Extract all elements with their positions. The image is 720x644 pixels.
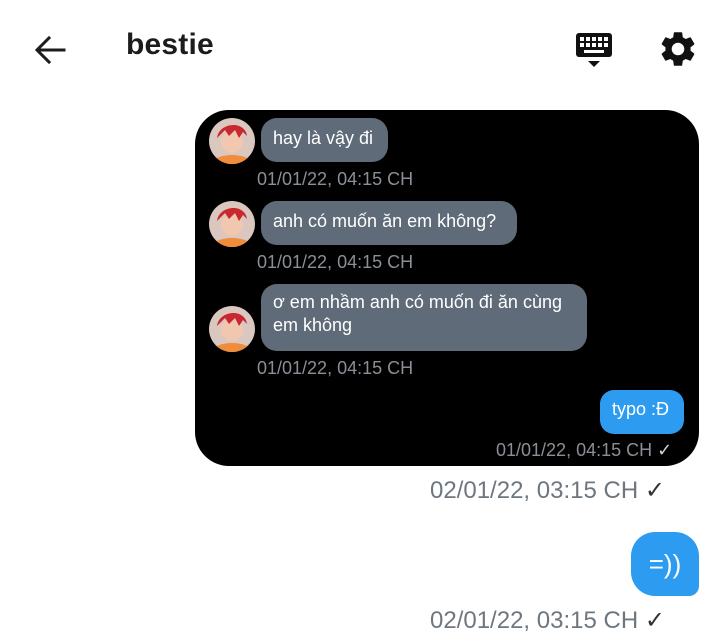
chat-title: bestie bbox=[126, 28, 214, 61]
message-text-line: em không bbox=[273, 315, 353, 335]
incoming-message-bubble[interactable]: hay là vậy đi bbox=[261, 118, 388, 162]
keyboard-icon[interactable] bbox=[574, 30, 614, 70]
message-timestamp: 01/01/22, 04:15 CH bbox=[257, 252, 414, 272]
quoted-conversation-card[interactable]: hay là vậy đi 01/01/22, 04:15 CH anh có … bbox=[195, 110, 699, 466]
read-check-icon: ✓ bbox=[657, 440, 673, 460]
arrow-left-icon[interactable] bbox=[30, 30, 70, 70]
avatar bbox=[209, 306, 255, 352]
incoming-message-bubble[interactable]: ơ em nhầm anh có muốn đi ăn cùng em khôn… bbox=[261, 284, 587, 351]
avatar bbox=[209, 118, 255, 164]
message-text: anh có muốn ăn em không? bbox=[273, 211, 497, 231]
message-text: =)) bbox=[648, 548, 682, 579]
message-timestamp: 02/01/22, 03:15 CH ✓ bbox=[430, 607, 665, 634]
chat-header: bestie bbox=[0, 0, 720, 96]
outgoing-message-bubble[interactable]: =)) bbox=[631, 532, 699, 596]
message-timestamp: 02/01/22, 03:15 CH ✓ bbox=[430, 477, 665, 504]
incoming-message-bubble[interactable]: anh có muốn ăn em không? bbox=[261, 201, 517, 245]
message-text-line: ơ em nhầm anh có muốn đi ăn cùng bbox=[273, 292, 562, 312]
avatar bbox=[209, 201, 255, 247]
sent-check-icon: ✓ bbox=[644, 607, 665, 634]
gear-icon[interactable] bbox=[657, 28, 699, 70]
sent-check-icon: ✓ bbox=[644, 477, 665, 504]
message-text: hay là vậy đi bbox=[273, 128, 374, 148]
outgoing-message-bubble[interactable]: typo :Đ bbox=[600, 390, 684, 434]
message-text: typo :Đ bbox=[612, 399, 670, 419]
message-timestamp: 01/01/22, 04:15 CH ✓ bbox=[496, 440, 673, 460]
message-timestamp: 01/01/22, 04:15 CH bbox=[257, 358, 414, 378]
message-timestamp: 01/01/22, 04:15 CH bbox=[257, 169, 414, 189]
